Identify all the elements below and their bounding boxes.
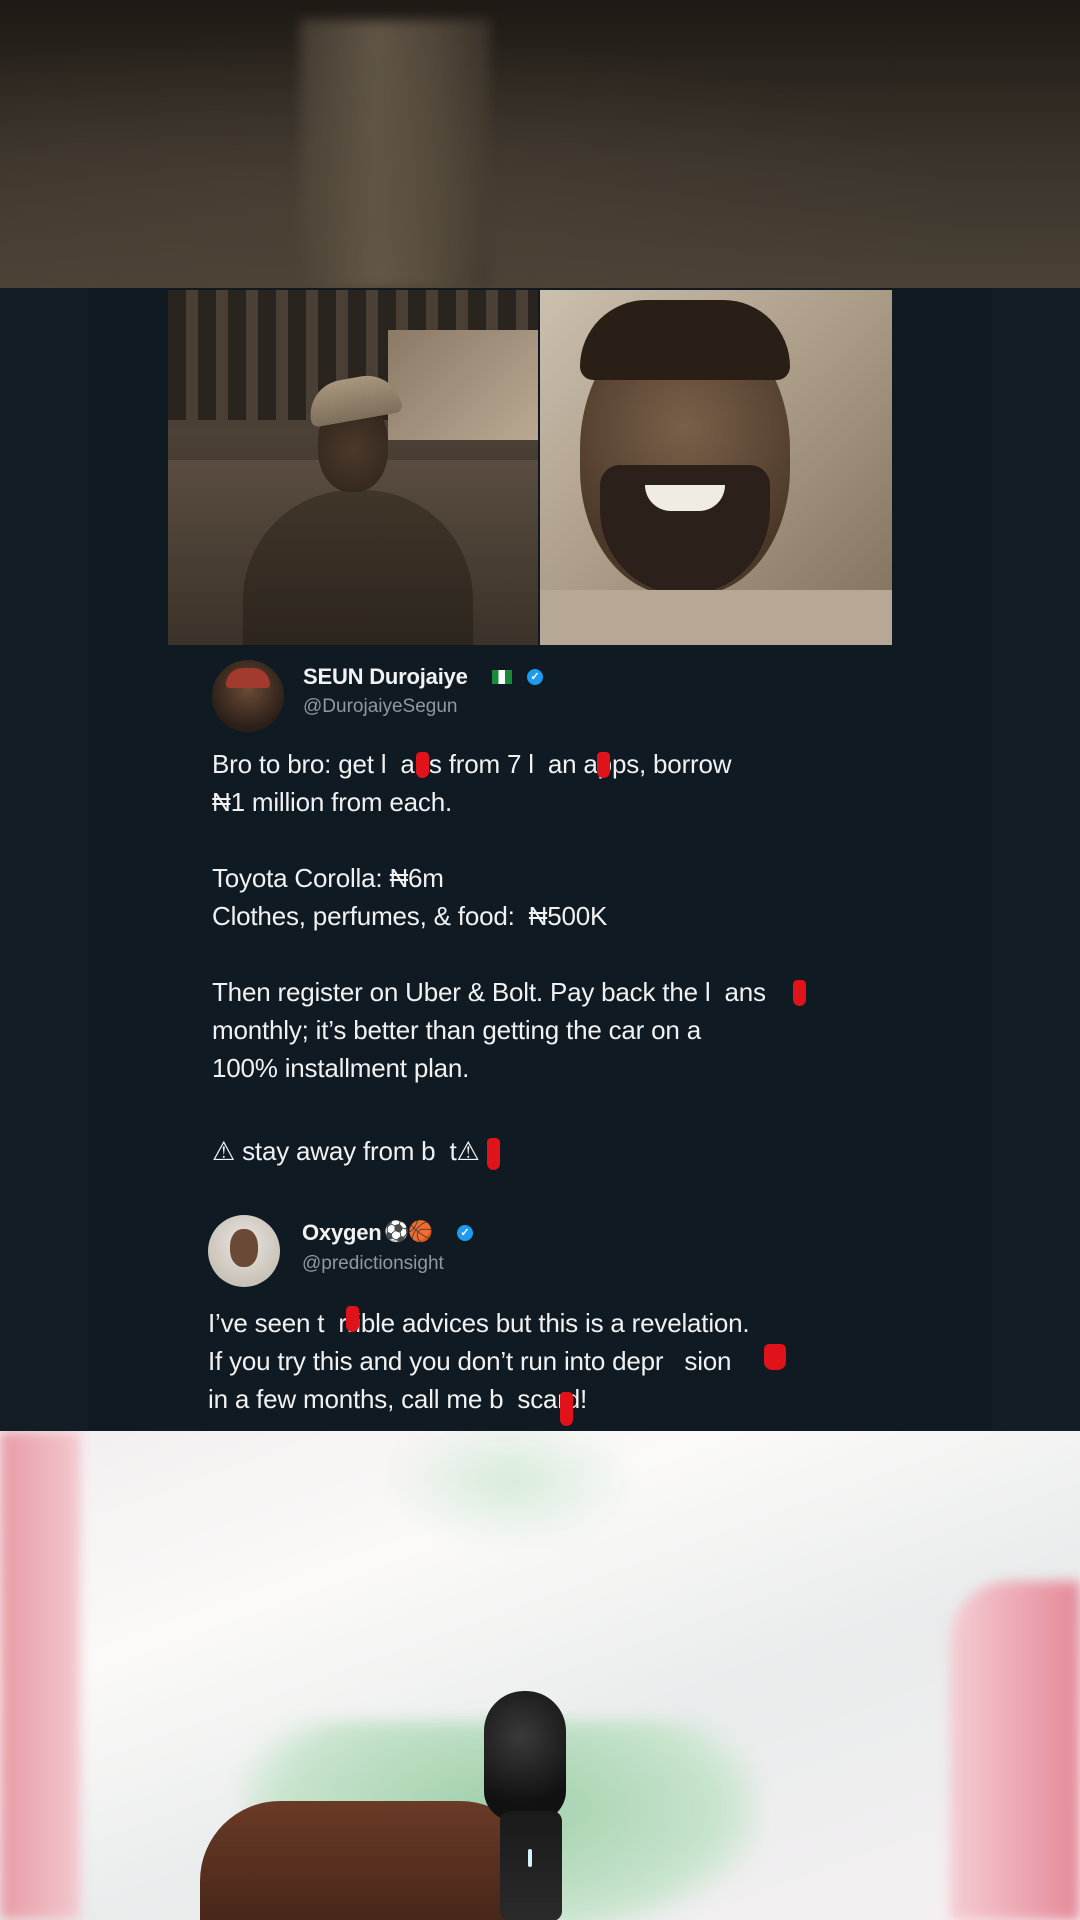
redaction-mark <box>764 1344 786 1370</box>
hand <box>200 1801 540 1920</box>
tweet1-line-7: Then register on Uber & Bolt. Pay back t… <box>212 977 766 1007</box>
tweet1-line-5: Clothes, perfumes, & food: ₦500K <box>212 901 608 931</box>
verified-badge-icon: ✓ <box>457 1225 473 1241</box>
person-shirt <box>540 590 892 645</box>
verified-badge-icon: ✓ <box>527 669 543 685</box>
avatar-cap <box>226 668 270 688</box>
avatar[interactable] <box>208 1215 280 1287</box>
redaction-mark <box>560 1392 573 1426</box>
shirt-highlight <box>380 1431 640 1551</box>
tweet1-line-4: Toyota Corolla: ₦6m <box>212 863 444 893</box>
top-video-background <box>0 0 1080 288</box>
redaction-mark <box>346 1306 359 1332</box>
tweet1-line-2: ₦1 million from each. <box>212 787 452 817</box>
band-edge-left <box>0 288 88 1431</box>
tweet1-line-9: 100% installment plan. <box>212 1053 470 1083</box>
tweet2-handle[interactable]: @predictionsight <box>302 1253 444 1275</box>
microphone-icon <box>484 1691 566 1821</box>
tweet2-author-name[interactable]: Oxygen <box>302 1220 382 1246</box>
avatar[interactable] <box>212 660 284 732</box>
basketball-icon: 🏀 <box>408 1221 433 1243</box>
redaction-mark <box>487 1138 500 1170</box>
photo-man-in-cap <box>168 290 538 645</box>
soccer-ball-icon: ⚽ <box>384 1221 409 1243</box>
tweet2-line-1: I’ve seen t rrible advices but this is a… <box>208 1308 750 1338</box>
tweet1-author-name[interactable]: SEUN Durojaiye <box>303 664 468 690</box>
redaction-mark <box>793 980 806 1006</box>
redaction-mark <box>597 752 610 778</box>
background-shade <box>0 0 1080 288</box>
pink-fabric-left <box>0 1431 80 1920</box>
nigeria-flag-icon <box>492 670 512 684</box>
photo-window <box>388 330 538 440</box>
photo-smiling-man <box>540 290 892 645</box>
pink-fabric-right <box>950 1581 1080 1920</box>
microphone-indicator-light <box>528 1849 532 1867</box>
band-edge-right <box>992 288 1080 1431</box>
avatar-face <box>230 1229 258 1267</box>
tweet1-handle[interactable]: @DurojaiyeSegun <box>303 696 458 718</box>
tweet2-line-3: in a few months, call me b scard! <box>208 1384 588 1414</box>
tweet2-line-2: If you try this and you don’t run into d… <box>208 1346 732 1376</box>
tweet1-line-1: Bro to bro: get l ans from 7 l an apps, … <box>212 749 732 779</box>
tweet1-line-11: ⚠ stay away from b t⚠ <box>212 1136 480 1166</box>
person-hair <box>580 300 790 380</box>
redaction-mark <box>416 752 429 778</box>
tweet1-line-8: monthly; it’s better than getting the ca… <box>212 1015 701 1045</box>
bottom-video-background <box>0 1431 1080 1920</box>
